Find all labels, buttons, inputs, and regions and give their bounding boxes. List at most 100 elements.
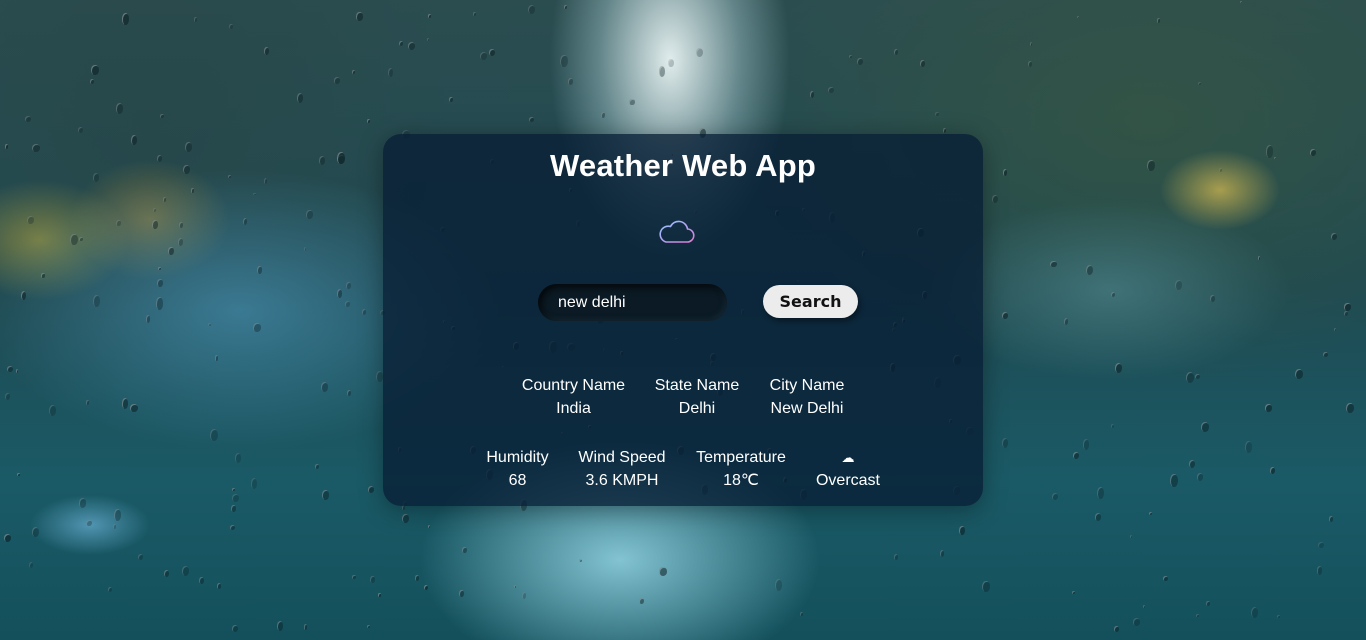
state-stat: State Name Delhi [647,374,747,420]
raindrop [333,77,340,84]
raindrop [168,247,174,256]
raindrop [473,11,477,17]
raindrop [85,399,90,406]
raindrop [1097,486,1105,499]
raindrop [522,592,527,600]
raindrop [426,38,430,42]
raindrop [1329,516,1334,522]
raindrop [1195,373,1201,380]
raindrop [1209,294,1216,303]
raindrop [234,453,241,463]
raindrop [1206,601,1210,607]
raindrop [894,48,898,55]
raindrop [367,486,375,494]
raindrop [296,93,303,104]
raindrop [1277,614,1281,619]
raindrop [513,584,517,588]
raindrop [78,498,87,508]
raindrop [402,505,406,510]
raindrop [800,611,803,617]
raindrop [137,553,143,560]
raindrop [1095,513,1102,521]
raindrop [1051,492,1059,500]
raindrop [828,87,834,93]
raindrop [1343,311,1348,316]
raindrop [1132,617,1141,626]
raindrop [1294,368,1303,380]
raindrop [1244,440,1253,454]
raindrop [1322,351,1328,357]
raindrop [1186,372,1195,384]
raindrop [113,509,121,521]
city-value: New Delhi [770,400,844,417]
raindrop [1071,590,1075,595]
raindrop [775,579,783,591]
raindrop [277,620,284,631]
raindrop [428,13,432,19]
raindrop [629,99,635,105]
raindrop [40,273,46,279]
raindrop [479,51,488,60]
raindrop [1265,403,1272,412]
raindrop [178,238,184,246]
raindrop [253,323,261,332]
raindrop [1257,255,1261,261]
city-label: City Name [769,377,845,394]
raindrop [112,523,116,529]
raindrop [77,127,84,134]
raindrop [21,291,27,301]
raindrop [527,4,536,15]
raindrop [159,113,164,118]
raindrop [1029,42,1033,46]
raindrop [216,583,221,589]
raindrop [1129,534,1132,538]
state-label: State Name [654,377,740,394]
raindrop [934,112,939,117]
raindrop [1162,576,1168,582]
raindrop [920,60,926,68]
raindrop [1142,604,1146,609]
humidity-stat: Humidity 68 [479,446,556,492]
raindrop [601,112,606,119]
search-button[interactable]: Search [763,285,858,318]
search-input[interactable] [538,284,727,321]
wind-label: Wind Speed [578,449,666,466]
wind-stat: Wind Speed 3.6 KMPH [571,446,673,492]
raindrop [86,519,92,526]
raindrop [560,54,569,68]
raindrop [4,533,12,542]
raindrop [190,188,195,193]
raindrop [356,12,363,21]
raindrop [49,405,56,416]
raindrop [658,66,665,77]
raindrop [848,54,852,58]
humidity-label: Humidity [486,449,549,466]
raindrop [1001,438,1008,449]
raindrop [1114,625,1119,632]
raindrop [263,47,269,56]
raindrop [1111,291,1116,298]
raindrop [315,464,319,470]
raindrop [347,390,351,396]
raindrop [242,218,247,226]
app-title: Weather Web App [550,148,816,183]
raindrop [959,525,965,535]
raindrop [179,221,183,228]
raindrop [336,289,342,299]
raindrop [1196,614,1199,617]
raindrop [388,68,394,78]
raindrop [303,624,308,630]
raindrop [158,266,161,270]
country-label: Country Name [521,377,626,394]
raindrop [1110,424,1114,428]
raindrop [157,279,163,287]
raindrop [208,323,211,327]
raindrop [108,587,113,593]
raindrop [1076,15,1080,19]
raindrop [401,513,409,524]
raindrop [116,219,121,226]
raindrop [214,355,219,361]
raindrop [1197,473,1204,482]
raindrop [70,233,78,246]
cloud-icon [659,220,695,243]
